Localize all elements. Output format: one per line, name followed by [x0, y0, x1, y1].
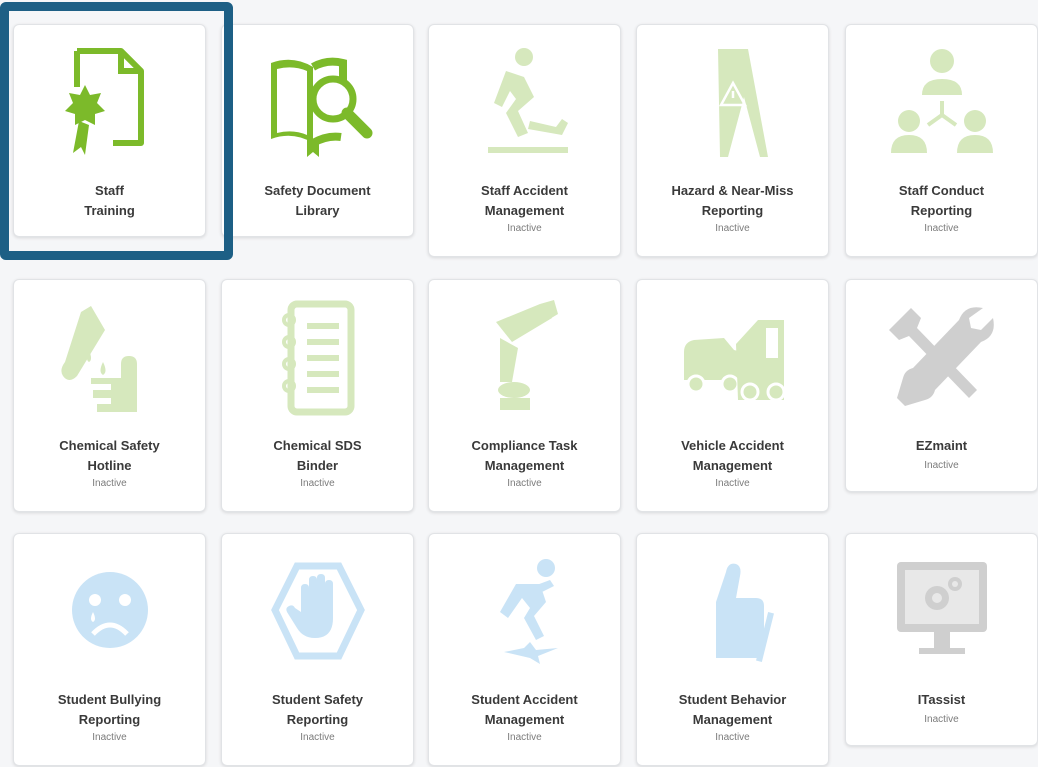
status-label: Inactive [715, 478, 750, 489]
status-label: Inactive [92, 732, 127, 743]
robot-arm-icon [429, 294, 620, 420]
tile-title: EZmaint [915, 438, 968, 453]
tile-title: Chemical Safety Hotline [59, 438, 160, 473]
status-label: Inactive [300, 732, 335, 743]
status-label: Inactive [924, 460, 959, 471]
certificate-icon [14, 39, 205, 165]
tile-title: Staff Accident Management [481, 183, 568, 218]
status-label: Inactive [924, 714, 959, 725]
status-label: Inactive [507, 732, 542, 743]
tile-staff-training[interactable]: Staff Training [13, 24, 206, 237]
tools-icon [846, 294, 1037, 420]
slip-fall-icon [429, 39, 620, 165]
tile-title: Safety Document Library [264, 183, 371, 218]
tile-title: Hazard & Near-Miss Reporting [671, 183, 794, 218]
tile-staff-accident-management[interactable]: Staff Accident Management Inactive [428, 24, 621, 257]
org-chart-icon [846, 39, 1037, 165]
tile-compliance-task-management[interactable]: Compliance Task Management Inactive [428, 279, 621, 512]
status-label: Inactive [715, 223, 750, 234]
tile-student-behavior-management[interactable]: Student Behavior Management Inactive [636, 533, 829, 766]
stop-hand-icon [222, 548, 413, 674]
status-label: Inactive [300, 478, 335, 489]
tile-title: Compliance Task Management [471, 438, 578, 473]
thumbs-up-icon [637, 548, 828, 674]
tile-title: Student Bullying Reporting [57, 692, 162, 727]
tile-student-bullying-reporting[interactable]: Student Bullying Reporting Inactive [13, 533, 206, 766]
sad-face-icon [14, 548, 205, 674]
tile-safety-document-library[interactable]: Safety Document Library [221, 24, 414, 237]
tile-title: Chemical SDS Binder [273, 438, 362, 473]
tile-chemical-safety-hotline[interactable]: Chemical Safety Hotline Inactive [13, 279, 206, 512]
book-magnifier-icon [222, 39, 413, 165]
status-label: Inactive [924, 223, 959, 234]
app-grid: Staff Training Safety Document Library S… [0, 0, 1038, 767]
tile-hazard-near-miss-reporting[interactable]: Hazard & Near-Miss Reporting Inactive [636, 24, 829, 257]
tile-student-safety-reporting[interactable]: Student Safety Reporting Inactive [221, 533, 414, 766]
tile-title: Staff Training [84, 183, 135, 218]
tile-title: Student Accident Management [471, 692, 578, 727]
tile-vehicle-accident-management[interactable]: Vehicle Accident Management Inactive [636, 279, 829, 512]
tile-title: Vehicle Accident Management [681, 438, 784, 473]
status-label: Inactive [507, 478, 542, 489]
tile-title: Student Safety Reporting [271, 692, 363, 727]
status-label: Inactive [507, 223, 542, 234]
tile-ezmaint[interactable]: EZmaint Inactive [845, 279, 1038, 492]
tile-chemical-sds-binder[interactable]: Chemical SDS Binder Inactive [221, 279, 414, 512]
tile-student-accident-management[interactable]: Student Accident Management Inactive [428, 533, 621, 766]
tile-title: Staff Conduct Reporting [898, 183, 985, 218]
status-label: Inactive [92, 478, 127, 489]
tile-title: ITassist [917, 692, 966, 707]
computer-gears-icon [846, 548, 1037, 674]
status-label: Inactive [715, 732, 750, 743]
wet-floor-sign-icon [637, 39, 828, 165]
tile-title: Student Behavior Management [678, 692, 787, 727]
car-crash-icon [637, 294, 828, 420]
falling-person-icon [429, 548, 620, 674]
tile-itassist[interactable]: ITassist Inactive [845, 533, 1038, 746]
chemical-hand-icon [14, 294, 205, 420]
tile-staff-conduct-reporting[interactable]: Staff Conduct Reporting Inactive [845, 24, 1038, 257]
notebook-icon [222, 294, 413, 420]
